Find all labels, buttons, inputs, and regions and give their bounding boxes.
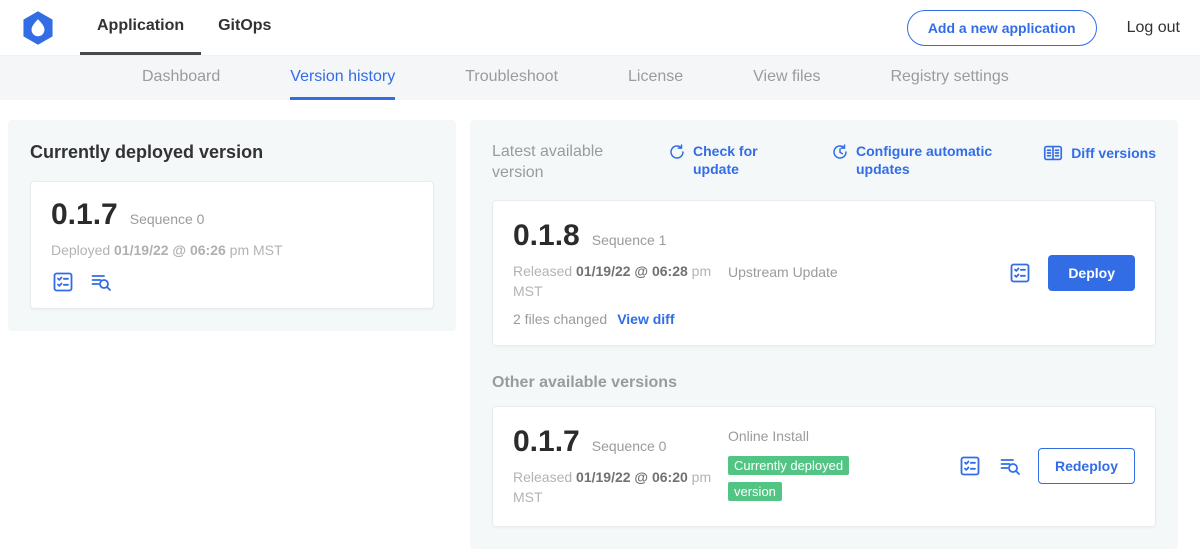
other-release-info: 0.1.7 Sequence 0 Released 01/19/22 @ 06:… <box>513 425 728 508</box>
release-notes-icon[interactable] <box>1008 261 1032 285</box>
top-navbar: Application GitOps Add a new application… <box>0 0 1200 56</box>
view-diff-link[interactable]: View diff <box>617 311 674 327</box>
install-type-label: Online Install <box>728 428 958 444</box>
latest-release-card: 0.1.8 Sequence 1 Released 01/19/22 @ 06:… <box>492 200 1156 347</box>
files-changed-count: 2 files changed <box>513 311 607 327</box>
deployed-version-card: 0.1.7 Sequence 0 Deployed 01/19/22 @ 06:… <box>30 181 434 309</box>
latest-released-timestamp: Released 01/19/22 @ 06:28 pm MST <box>513 261 713 302</box>
currently-deployed-badge: Currently deployed version <box>728 456 849 501</box>
other-version-number: 0.1.7 <box>513 425 580 459</box>
app-logo-icon[interactable] <box>20 10 56 46</box>
files-changed-row: 2 files changed View diff <box>513 311 728 327</box>
subnav-item-troubleshoot[interactable]: Troubleshoot <box>465 56 558 100</box>
subnav-item-dashboard[interactable]: Dashboard <box>142 56 220 100</box>
main-content: Currently deployed version 0.1.7 Sequenc… <box>0 100 1200 549</box>
view-logs-icon[interactable] <box>998 454 1022 478</box>
release-notes-icon[interactable] <box>958 454 982 478</box>
latest-sequence: Sequence 1 <box>592 232 667 248</box>
diff-icon <box>1042 142 1064 164</box>
refresh-icon <box>668 143 686 161</box>
configure-automatic-updates-link[interactable]: Configure automatic updates <box>831 142 996 178</box>
available-versions-header: Latest available version Check for updat… <box>492 142 1156 184</box>
primary-nav: Application GitOps <box>80 0 288 55</box>
subnav-item-view-files[interactable]: View files <box>753 56 820 100</box>
other-release-card: 0.1.7 Sequence 0 Released 01/19/22 @ 06:… <box>492 406 1156 527</box>
check-for-update-link[interactable]: Check for update <box>668 142 771 178</box>
other-released-timestamp: Released 01/19/22 @ 06:20 pm MST <box>513 467 713 508</box>
other-available-versions-title: Other available versions <box>492 374 1156 392</box>
available-versions-panel: Latest available version Check for updat… <box>470 120 1178 549</box>
latest-release-actions: Deploy <box>1008 255 1135 291</box>
tab-application[interactable]: Application <box>80 0 201 55</box>
logout-link[interactable]: Log out <box>1127 19 1180 37</box>
tab-application-label: Application <box>97 17 184 35</box>
latest-release-info: 0.1.8 Sequence 1 Released 01/19/22 @ 06:… <box>513 219 728 328</box>
clock-refresh-icon <box>831 143 849 161</box>
tab-gitops-label: GitOps <box>218 17 271 35</box>
app-subnav: Dashboard Version history Troubleshoot L… <box>0 56 1200 100</box>
deployed-version-number: 0.1.7 <box>51 198 118 232</box>
release-notes-icon[interactable] <box>51 270 75 294</box>
redeploy-button[interactable]: Redeploy <box>1038 448 1135 484</box>
deployed-actions <box>51 270 413 294</box>
subnav-item-license[interactable]: License <box>628 56 683 100</box>
other-sequence: Sequence 0 <box>592 438 667 454</box>
add-new-application-button[interactable]: Add a new application <box>907 10 1097 46</box>
deployed-timestamp: Deployed 01/19/22 @ 06:26 pm MST <box>51 242 413 258</box>
subnav-item-registry-settings[interactable]: Registry settings <box>890 56 1008 100</box>
status-badge-wrap: Currently deployed version <box>728 453 868 504</box>
navbar-right: Add a new application Log out <box>907 0 1180 55</box>
latest-version-number: 0.1.8 <box>513 219 580 253</box>
currently-deployed-title: Currently deployed version <box>30 142 434 163</box>
currently-deployed-panel: Currently deployed version 0.1.7 Sequenc… <box>8 120 456 331</box>
latest-available-title: Latest available version <box>492 142 642 184</box>
other-release-actions: Redeploy <box>958 448 1135 484</box>
diff-versions-link[interactable]: Diff versions <box>1042 144 1156 164</box>
subnav-item-version-history[interactable]: Version history <box>290 56 395 100</box>
deploy-button[interactable]: Deploy <box>1048 255 1135 291</box>
view-logs-icon[interactable] <box>89 270 113 294</box>
tab-gitops[interactable]: GitOps <box>201 0 288 55</box>
deployed-version-row: 0.1.7 Sequence 0 <box>51 198 413 232</box>
deployed-sequence: Sequence 0 <box>130 211 205 227</box>
latest-release-source: Upstream Update <box>728 264 1008 282</box>
other-release-source: Online Install Currently deployed versio… <box>728 428 958 504</box>
